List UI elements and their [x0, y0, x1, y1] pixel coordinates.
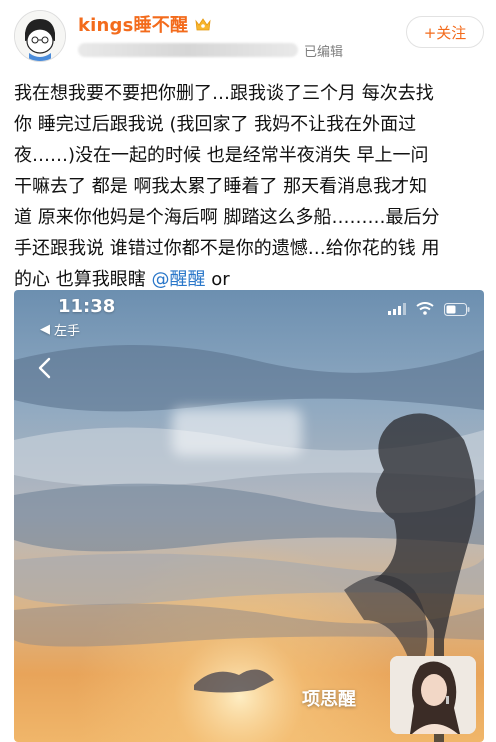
post-trailing-text: or — [205, 269, 230, 290]
portrait-thumbnail[interactable] — [390, 656, 476, 734]
back-triangle-icon: ◀ — [40, 322, 50, 337]
blurred-region — [172, 408, 302, 456]
user-name-row: kings睡不醒 — [78, 12, 212, 36]
signal-icon — [388, 303, 406, 315]
post-line: 干嘛去了 都是 啊我太累了睡着了 那天看消息我才知 — [14, 176, 428, 197]
post-line: 道 原来你他妈是个海后啊 脚踏这么多船………最后分 — [14, 207, 440, 228]
chevron-left-icon[interactable] — [34, 356, 58, 380]
blurred-timestamp — [78, 43, 298, 57]
wifi-icon — [416, 302, 434, 315]
post-header: kings睡不醒 已编辑 +关注 — [0, 0, 496, 70]
back-app-label: 左手 — [54, 324, 81, 339]
post-last-text: 的心 也算我眼瞎 — [14, 269, 146, 290]
username[interactable]: kings睡不醒 — [78, 11, 188, 37]
post-line: 夜……)没在一起的时候 也是经常半夜消失 早上一问 — [14, 145, 429, 166]
battery-icon — [444, 302, 470, 316]
vip-crown-icon — [194, 16, 212, 32]
status-time: 11:38 — [58, 296, 116, 317]
post-meta: 已编辑 — [78, 40, 343, 60]
back-to-app-link[interactable]: ◀ 左手 — [40, 320, 80, 339]
post-text: 我在想我要不要把你删了…跟我谈了三个月 每次去找 你 睡完过后跟我说 (我回家了… — [14, 78, 484, 295]
post-line: 我在想我要不要把你删了…跟我谈了三个月 每次去找 — [14, 83, 434, 104]
post-line: 你 睡完过后跟我说 (我回家了 我妈不让我在外面过 — [14, 114, 417, 135]
attached-screenshot[interactable]: 11:38 ◀ 左手 项思醒 — [14, 290, 484, 742]
avatar[interactable] — [14, 10, 66, 62]
watermark-text: 项思醒 — [302, 689, 356, 710]
post-line: 手还跟我说 谁错过你都不是你的遗憾…给你花的钱 用 — [14, 238, 440, 259]
follow-button[interactable]: +关注 — [406, 16, 484, 48]
mention-link[interactable]: @醒醒 — [151, 269, 205, 290]
status-icons — [388, 302, 470, 316]
edited-label: 已编辑 — [304, 44, 344, 60]
